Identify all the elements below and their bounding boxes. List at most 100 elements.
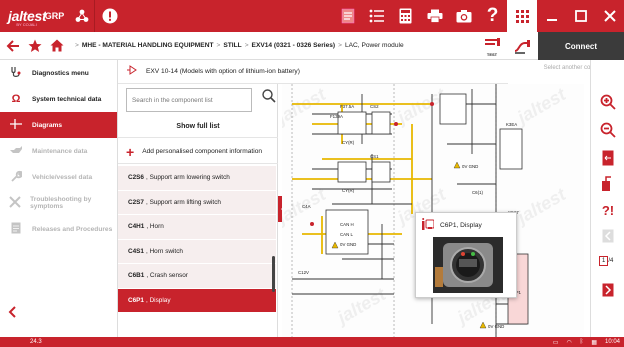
popup-header: C6P1, Display: [416, 213, 516, 237]
help-icon[interactable]: ?: [478, 0, 507, 32]
component-name: Display: [149, 296, 171, 304]
label-cs2: CS2: [370, 104, 379, 109]
label-f37: F37.5A: [340, 104, 354, 109]
label-gnd-2: 0V GND: [462, 164, 478, 169]
list-item[interactable]: C4S1, Horn switch: [118, 239, 276, 264]
label-c12v: C12V: [298, 270, 309, 275]
connect-button[interactable]: Connect: [538, 32, 624, 60]
component-code: C2S6: [128, 174, 144, 182]
breadcrumb-item-brand[interactable]: STILL: [223, 42, 241, 49]
jaltest-logo: jaltest BY COJALI: [0, 0, 47, 32]
component-popup[interactable]: C6P1, Display: [415, 212, 517, 298]
breadcrumb-item-model[interactable]: EXV14 (0321 - 0326 Series): [252, 42, 336, 49]
app-window: jaltest BY COJALI GRP ? > MHE - MATERIAL…: [0, 0, 624, 347]
zoom-in-icon[interactable]: [591, 90, 624, 114]
top-bar: jaltest BY COJALI GRP ?: [0, 0, 624, 32]
omega-icon: Ω: [11, 93, 21, 105]
oil-can-icon: [6, 145, 26, 158]
label-gnd-3: 0V GND: [488, 324, 504, 329]
label-f139: F139A: [330, 114, 343, 119]
chevron-left-icon[interactable]: [8, 305, 16, 323]
search-input[interactable]: [126, 88, 252, 112]
maximize-icon[interactable]: [566, 0, 595, 32]
bluetooth-icon: ᛒ: [579, 339, 584, 345]
connector-test-button[interactable]: [510, 34, 534, 58]
product-label: GRP: [44, 11, 65, 21]
search-icon[interactable]: [262, 89, 276, 106]
wrench-icon: [6, 170, 26, 185]
list-item[interactable]: C2S6, Support arm lowering switch: [118, 166, 276, 191]
menu-item-diagrams[interactable]: Diagrams: [0, 112, 117, 138]
list-icon[interactable]: [362, 0, 391, 32]
tools-icon: [6, 195, 24, 211]
show-full-list-button[interactable]: Show full list: [118, 116, 278, 138]
component-name: Support arm lifting switch: [149, 198, 221, 206]
component-code: C2S7: [128, 198, 144, 206]
apps-grid-icon[interactable]: [507, 0, 537, 32]
label-gnd: 0V GND: [340, 242, 356, 247]
wiring-diagram-svg: jaltest jaltest jaltest jaltest jaltest …: [282, 84, 570, 337]
menu-item-troubleshooting[interactable]: Troubleshooting by symptoms: [0, 190, 117, 216]
menu-item-vehicle-data[interactable]: Vehicle/vessel data: [0, 164, 117, 190]
component-list-panel: Show full list + Add personalised compon…: [118, 60, 278, 337]
label-c4a: C4A: [302, 204, 311, 209]
chevron-right-icon: >: [338, 42, 342, 49]
svg-text:jaltest: jaltest: [332, 284, 390, 329]
zoom-out-icon[interactable]: [591, 118, 624, 142]
printer-icon[interactable]: [420, 0, 449, 32]
calculator-icon[interactable]: [391, 0, 420, 32]
close-icon[interactable]: [595, 0, 624, 32]
favorite-star-icon[interactable]: [24, 32, 46, 60]
menu-item-releases[interactable]: Releases and Procedures: [0, 216, 117, 242]
add-personalised-button[interactable]: + Add personalised component information: [118, 140, 278, 164]
model-title: EXV 10-14 (Models with option of lithium…: [146, 68, 300, 75]
current-page[interactable]: 1: [599, 256, 609, 266]
clock-time: 10:04: [604, 339, 620, 345]
list-item-selected[interactable]: C6P1, Display: [118, 288, 276, 313]
alert-icon[interactable]: [95, 0, 125, 32]
chevron-right-icon: >: [75, 42, 79, 49]
test-tag: TEST: [486, 52, 498, 57]
list-scrollbar[interactable]: [272, 256, 275, 292]
svg-text:jaltest: jaltest: [282, 84, 330, 128]
label-k3ea: K3EA: [506, 122, 517, 127]
diagram-icon: [6, 118, 26, 133]
menu-label: System technical data: [32, 95, 102, 103]
menu-label: Diagrams: [32, 121, 63, 129]
network-icon[interactable]: [70, 0, 94, 32]
plus-icon: +: [126, 143, 135, 160]
breadcrumb-item-category[interactable]: MHE - MATERIAL HANDLING EQUIPMENT: [82, 42, 214, 49]
list-item[interactable]: C6B1, Crash sensor: [118, 264, 276, 289]
chevron-right-icon: >: [216, 42, 221, 49]
help-question-icon[interactable]: ?!: [591, 198, 624, 222]
locate-component-icon[interactable]: [591, 172, 624, 196]
stethoscope-icon: [6, 66, 26, 81]
minimize-icon[interactable]: [537, 0, 566, 32]
battery-icon: ▭: [552, 339, 559, 346]
list-item[interactable]: C4H1, Horn: [118, 215, 276, 240]
component-code: C4H1: [128, 223, 145, 231]
nav-tools: TEST: [480, 34, 534, 58]
add-personalised-label: Add personalised component information: [142, 148, 263, 155]
menu-item-diagnostics[interactable]: Diagnostics menu: [0, 60, 117, 86]
menu-item-maintenance[interactable]: Maintenance data: [0, 138, 117, 164]
wiring-diagram[interactable]: jaltest jaltest jaltest jaltest jaltest …: [282, 84, 584, 337]
svg-text:jaltest: jaltest: [512, 184, 570, 229]
label-cs1: CS1: [370, 154, 379, 159]
component-code: C6P1: [128, 296, 144, 304]
next-page-icon[interactable]: [591, 278, 624, 302]
home-icon[interactable]: [46, 32, 68, 60]
test-button[interactable]: TEST: [480, 34, 504, 58]
camera-icon[interactable]: [449, 0, 478, 32]
logo-subtext: BY COJALI: [16, 21, 37, 27]
play-outline-icon: [126, 65, 138, 78]
menu-label: Vehicle/vessel data: [32, 173, 93, 181]
breadcrumb-item-system[interactable]: LAC, Power module: [345, 42, 404, 49]
menu-item-technical-data[interactable]: Ω System technical data: [0, 86, 117, 112]
back-arrow-icon[interactable]: [2, 32, 24, 60]
popup-title: C6P1, Display: [440, 221, 482, 229]
fit-page-icon[interactable]: [591, 146, 624, 170]
previous-page-icon[interactable]: [591, 224, 624, 248]
list-item[interactable]: C2S7, Support arm lifting switch: [118, 190, 276, 215]
document-report-icon[interactable]: [333, 0, 362, 32]
